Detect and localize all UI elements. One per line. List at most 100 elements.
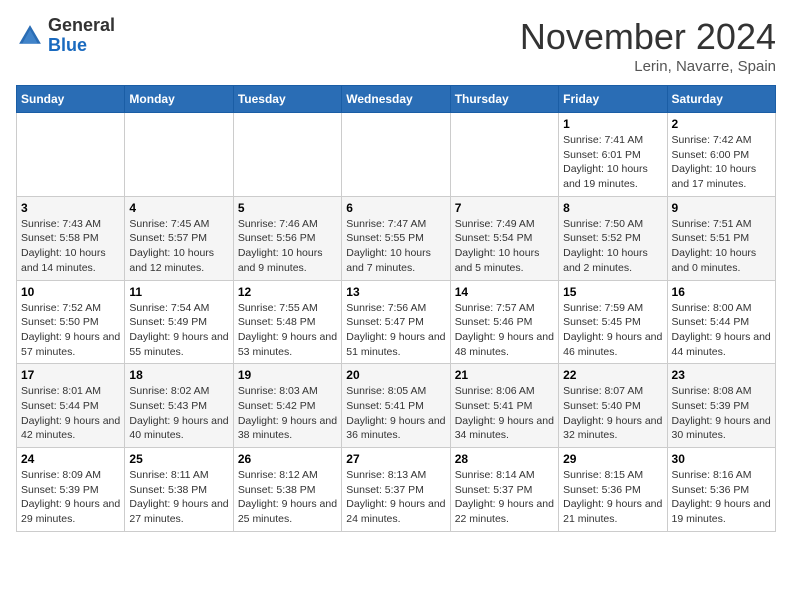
day-info: Sunrise: 8:08 AMSunset: 5:39 PMDaylight:… [672, 384, 771, 443]
day-info: Sunrise: 8:01 AMSunset: 5:44 PMDaylight:… [21, 384, 120, 443]
calendar-cell: 2Sunrise: 7:42 AMSunset: 6:00 PMDaylight… [667, 113, 775, 197]
day-number: 14 [455, 285, 554, 299]
day-info: Sunrise: 8:12 AMSunset: 5:38 PMDaylight:… [238, 468, 337, 527]
calendar-cell: 3 Sunrise: 7:43 AMSunset: 5:58 PMDaylight… [17, 196, 125, 280]
day-info: Sunrise: 7:47 AMSunset: 5:55 PMDaylight:… [346, 217, 445, 276]
weekday-header-thursday: Thursday [450, 86, 558, 113]
calendar-cell: 27 Sunrise: 8:13 AMSunset: 5:37 PMDayligh… [342, 448, 450, 532]
day-number: 6 [346, 201, 445, 215]
calendar-cell [17, 113, 125, 197]
day-info: Sunrise: 7:57 AMSunset: 5:46 PMDaylight:… [455, 301, 554, 360]
calendar-cell: 10Sunrise: 7:52 AMSunset: 5:50 PMDayligh… [17, 280, 125, 364]
calendar-cell: 12Sunrise: 7:55 AMSunset: 5:48 PMDayligh… [233, 280, 341, 364]
day-info: Sunrise: 7:42 AMSunset: 6:00 PMDaylight:… [672, 133, 771, 192]
calendar-cell: 21Sunrise: 8:06 AMSunset: 5:41 PMDayligh… [450, 364, 558, 448]
weekday-header-tuesday: Tuesday [233, 86, 341, 113]
day-info: Sunrise: 8:00 AMSunset: 5:44 PMDaylight:… [672, 301, 771, 360]
day-info: Sunrise: 8:03 AMSunset: 5:42 PMDaylight:… [238, 384, 337, 443]
day-number: 17 [21, 368, 120, 382]
calendar-week-3: 10Sunrise: 7:52 AMSunset: 5:50 PMDayligh… [17, 280, 776, 364]
day-number: 15 [563, 285, 662, 299]
day-number: 25 [129, 452, 228, 466]
day-info: Sunrise: 7:43 AMSunset: 5:58 PMDaylight:… [21, 217, 120, 276]
calendar-cell: 1 Sunrise: 7:41 AMSunset: 6:01 PMDaylight… [559, 113, 667, 197]
calendar-cell: 17 Sunrise: 8:01 AMSunset: 5:44 PMDayligh… [17, 364, 125, 448]
logo-icon [16, 22, 44, 50]
day-info: Sunrise: 7:54 AMSunset: 5:49 PMDaylight:… [129, 301, 228, 360]
day-number: 23 [672, 368, 771, 382]
calendar-cell: 15Sunrise: 7:59 AMSunset: 5:45 PMDayligh… [559, 280, 667, 364]
calendar-cell: 26 Sunrise: 8:12 AMSunset: 5:38 PMDayligh… [233, 448, 341, 532]
day-number: 18 [129, 368, 228, 382]
day-number: 12 [238, 285, 337, 299]
calendar-cell: 5 Sunrise: 7:46 AMSunset: 5:56 PMDaylight… [233, 196, 341, 280]
title-section: November 2024 Lerin, Navarre, Spain [520, 16, 776, 75]
calendar-cell: 4 Sunrise: 7:45 AMSunset: 5:57 PMDaylight… [125, 196, 233, 280]
day-number: 30 [672, 452, 771, 466]
day-number: 16 [672, 285, 771, 299]
day-number: 27 [346, 452, 445, 466]
day-info: Sunrise: 8:14 AMSunset: 5:37 PMDaylight:… [455, 468, 554, 527]
day-info: Sunrise: 7:56 AMSunset: 5:47 PMDaylight:… [346, 301, 445, 360]
day-number: 3 [21, 201, 120, 215]
calendar-body: 1 Sunrise: 7:41 AMSunset: 6:01 PMDaylight… [17, 113, 776, 532]
day-number: 5 [238, 201, 337, 215]
day-number: 24 [21, 452, 120, 466]
day-info: Sunrise: 8:15 AMSunset: 5:36 PMDaylight:… [563, 468, 662, 527]
calendar-cell: 6 Sunrise: 7:47 AMSunset: 5:55 PMDaylight… [342, 196, 450, 280]
day-info: Sunrise: 7:51 AMSunset: 5:51 PMDaylight:… [672, 217, 771, 276]
day-info: Sunrise: 7:49 AMSunset: 5:54 PMDaylight:… [455, 217, 554, 276]
weekday-header-saturday: Saturday [667, 86, 775, 113]
day-number: 21 [455, 368, 554, 382]
calendar-week-2: 3 Sunrise: 7:43 AMSunset: 5:58 PMDaylight… [17, 196, 776, 280]
day-number: 26 [238, 452, 337, 466]
logo-general-text: General [48, 15, 115, 35]
calendar-cell [125, 113, 233, 197]
calendar-cell: 9 Sunrise: 7:51 AMSunset: 5:51 PMDaylight… [667, 196, 775, 280]
calendar-cell: 29 Sunrise: 8:15 AMSunset: 5:36 PMDayligh… [559, 448, 667, 532]
calendar-cell: 24 Sunrise: 8:09 AMSunset: 5:39 PMDayligh… [17, 448, 125, 532]
calendar-cell: 13 Sunrise: 7:56 AMSunset: 5:47 PMDayligh… [342, 280, 450, 364]
day-number: 7 [455, 201, 554, 215]
day-number: 1 [563, 117, 662, 131]
day-info: Sunrise: 7:41 AMSunset: 6:01 PMDaylight:… [563, 133, 662, 192]
day-number: 11 [129, 285, 228, 299]
day-info: Sunrise: 7:45 AMSunset: 5:57 PMDaylight:… [129, 217, 228, 276]
day-info: Sunrise: 8:13 AMSunset: 5:37 PMDaylight:… [346, 468, 445, 527]
day-number: 22 [563, 368, 662, 382]
calendar-cell: 30 Sunrise: 8:16 AMSunset: 5:36 PMDayligh… [667, 448, 775, 532]
day-info: Sunrise: 8:11 AMSunset: 5:38 PMDaylight:… [129, 468, 228, 527]
calendar-header: SundayMondayTuesdayWednesdayThursdayFrid… [17, 86, 776, 113]
weekday-header-monday: Monday [125, 86, 233, 113]
logo-blue-text: Blue [48, 35, 87, 55]
calendar-week-4: 17 Sunrise: 8:01 AMSunset: 5:44 PMDayligh… [17, 364, 776, 448]
calendar-cell: 23 Sunrise: 8:08 AMSunset: 5:39 PMDayligh… [667, 364, 775, 448]
day-number: 8 [563, 201, 662, 215]
day-number: 29 [563, 452, 662, 466]
calendar-cell: 16 Sunrise: 8:00 AMSunset: 5:44 PMDayligh… [667, 280, 775, 364]
day-number: 9 [672, 201, 771, 215]
day-number: 4 [129, 201, 228, 215]
day-info: Sunrise: 7:50 AMSunset: 5:52 PMDaylight:… [563, 217, 662, 276]
day-info: Sunrise: 7:46 AMSunset: 5:56 PMDaylight:… [238, 217, 337, 276]
weekday-header-wednesday: Wednesday [342, 86, 450, 113]
calendar-table: SundayMondayTuesdayWednesdayThursdayFrid… [16, 85, 776, 532]
day-info: Sunrise: 8:02 AMSunset: 5:43 PMDaylight:… [129, 384, 228, 443]
day-info: Sunrise: 8:09 AMSunset: 5:39 PMDaylight:… [21, 468, 120, 527]
calendar-cell: 25 Sunrise: 8:11 AMSunset: 5:38 PMDayligh… [125, 448, 233, 532]
calendar-cell [233, 113, 341, 197]
calendar-cell: 18 Sunrise: 8:02 AMSunset: 5:43 PMDayligh… [125, 364, 233, 448]
day-info: Sunrise: 8:05 AMSunset: 5:41 PMDaylight:… [346, 384, 445, 443]
calendar-cell: 14 Sunrise: 7:57 AMSunset: 5:46 PMDayligh… [450, 280, 558, 364]
calendar-week-1: 1 Sunrise: 7:41 AMSunset: 6:01 PMDaylight… [17, 113, 776, 197]
page-header: General Blue November 2024 Lerin, Navarr… [16, 16, 776, 75]
calendar-cell: 11 Sunrise: 7:54 AMSunset: 5:49 PMDayligh… [125, 280, 233, 364]
day-info: Sunrise: 8:16 AMSunset: 5:36 PMDaylight:… [672, 468, 771, 527]
calendar-cell [342, 113, 450, 197]
day-number: 13 [346, 285, 445, 299]
calendar-cell: 20Sunrise: 8:05 AMSunset: 5:41 PMDayligh… [342, 364, 450, 448]
day-number: 28 [455, 452, 554, 466]
calendar-cell: 22Sunrise: 8:07 AMSunset: 5:40 PMDayligh… [559, 364, 667, 448]
day-number: 10 [21, 285, 120, 299]
calendar-week-5: 24 Sunrise: 8:09 AMSunset: 5:39 PMDayligh… [17, 448, 776, 532]
